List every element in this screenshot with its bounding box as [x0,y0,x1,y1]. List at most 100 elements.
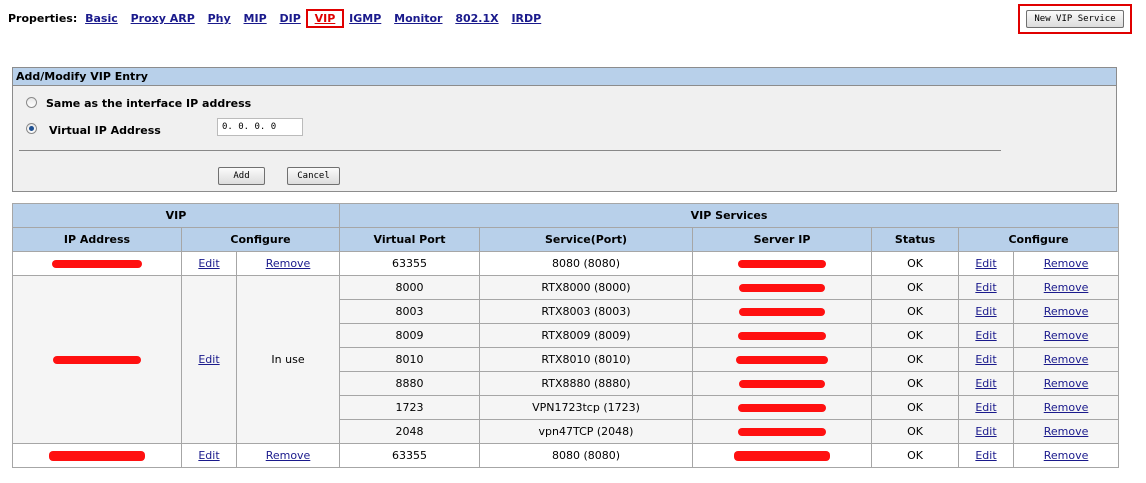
vip-table: VIP VIP Services IP Address Configure Vi… [11,203,1120,468]
service-remove-link[interactable]: Remove [1044,281,1089,294]
vip-edit-cell: Edit [181,443,237,468]
panel-title: Add/Modify VIP Entry [13,68,1116,86]
service-edit-cell: Edit [958,251,1015,276]
service-cell: vpn47TCP (2048) [479,419,694,444]
header-virtual-port: Virtual Port [339,227,481,252]
virtual-port-cell: 63355 [339,251,481,276]
vip-edit-cell: Edit [181,251,237,276]
service-cell: RTX8009 (8009) [479,323,694,348]
service-edit-link[interactable]: Edit [975,353,996,366]
service-remove-cell: Remove [1013,323,1120,348]
vip-edit-link[interactable]: Edit [198,449,219,462]
tab-basic[interactable]: Basic [85,12,118,25]
virtual-port-cell: 1723 [339,395,481,420]
redacted-server-ip [738,332,827,340]
service-remove-link[interactable]: Remove [1044,257,1089,270]
table-row: Edit Remove 63355 8080 (8080) OK Edit Re… [12,251,1120,276]
service-edit-link[interactable]: Edit [975,401,996,414]
service-remove-link[interactable]: Remove [1044,425,1089,438]
new-vip-highlight: New VIP Service [1018,4,1132,34]
header-service-port: Service(Port) [479,227,694,252]
service-remove-link[interactable]: Remove [1044,401,1089,414]
service-cell: RTX8000 (8000) [479,275,694,300]
header-server-ip: Server IP [692,227,873,252]
service-edit-link[interactable]: Edit [975,425,996,438]
server-ip-cell [692,395,873,420]
tab-irdp[interactable]: IRDP [511,12,541,25]
radio-same-interface[interactable] [26,97,37,108]
virtual-ip-input[interactable] [217,118,303,136]
service-remove-link[interactable]: Remove [1044,449,1089,462]
service-remove-cell: Remove [1013,347,1120,372]
redacted-ip [52,260,142,268]
server-ip-cell [692,371,873,396]
service-edit-link[interactable]: Edit [975,281,996,294]
header-service-configure: Configure [958,227,1120,252]
service-edit-link[interactable]: Edit [975,449,996,462]
properties-bar: Properties: Basic Proxy ARP Phy MIP DIP … [8,9,550,28]
header-status: Status [871,227,960,252]
virtual-port-cell: 2048 [339,419,481,444]
service-remove-link[interactable]: Remove [1044,329,1089,342]
vip-remove-link[interactable]: Remove [266,449,311,462]
service-remove-cell: Remove [1013,371,1120,396]
vip-remove-link[interactable]: Remove [266,257,311,270]
server-ip-cell [692,419,873,444]
tab-vip[interactable]: VIP [305,9,345,28]
status-cell: OK [871,299,960,324]
server-ip-cell [692,275,873,300]
service-cell: 8080 (8080) [479,443,694,468]
service-edit-cell: Edit [958,347,1015,372]
service-remove-cell: Remove [1013,395,1120,420]
service-cell: RTX8010 (8010) [479,347,694,372]
service-remove-link[interactable]: Remove [1044,377,1089,390]
redacted-server-ip [739,380,826,388]
server-ip-cell [692,347,873,372]
server-ip-cell [692,323,873,348]
server-ip-cell [692,251,873,276]
cancel-button[interactable]: Cancel [287,167,340,185]
service-remove-cell: Remove [1013,419,1120,444]
add-button[interactable]: Add [218,167,265,185]
tab-8021x[interactable]: 802.1X [455,12,498,25]
service-remove-cell: Remove [1013,275,1120,300]
virtual-port-cell: 8010 [339,347,481,372]
virtual-port-cell: 63355 [339,443,481,468]
tab-phy[interactable]: Phy [208,12,231,25]
status-cell: OK [871,395,960,420]
service-remove-link[interactable]: Remove [1044,305,1089,318]
vip-ip-cell [12,251,182,276]
vip-ip-cell [12,275,182,444]
virtual-port-cell: 8880 [339,371,481,396]
service-remove-link[interactable]: Remove [1044,353,1089,366]
tab-mip[interactable]: MIP [244,12,267,25]
virtual-port-cell: 8009 [339,323,481,348]
service-edit-link[interactable]: Edit [975,305,996,318]
virtual-port-cell: 8003 [339,299,481,324]
service-edit-link[interactable]: Edit [975,257,996,270]
new-vip-service-button[interactable]: New VIP Service [1026,10,1124,28]
status-cell: OK [871,443,960,468]
status-cell: OK [871,347,960,372]
tab-igmp[interactable]: IGMP [349,12,381,25]
service-edit-link[interactable]: Edit [975,377,996,390]
redacted-ip [49,451,145,461]
radio-virtual-ip-label: Virtual IP Address [49,124,161,137]
redacted-server-ip [739,308,826,316]
tab-monitor[interactable]: Monitor [394,12,442,25]
service-edit-cell: Edit [958,371,1015,396]
vip-edit-link[interactable]: Edit [198,353,219,366]
service-cell: RTX8003 (8003) [479,299,694,324]
group-header-vip: VIP [11,203,341,228]
status-cell: OK [871,419,960,444]
service-edit-link[interactable]: Edit [975,329,996,342]
group-header-vip-services: VIP Services [339,203,1120,228]
radio-virtual-ip[interactable] [26,123,37,134]
tab-dip[interactable]: DIP [280,12,301,25]
vip-edit-link[interactable]: Edit [198,257,219,270]
service-edit-cell: Edit [958,275,1015,300]
server-ip-cell [692,299,873,324]
tab-proxy-arp[interactable]: Proxy ARP [131,12,195,25]
vip-edit-cell: Edit [181,275,237,444]
service-edit-cell: Edit [958,443,1015,468]
